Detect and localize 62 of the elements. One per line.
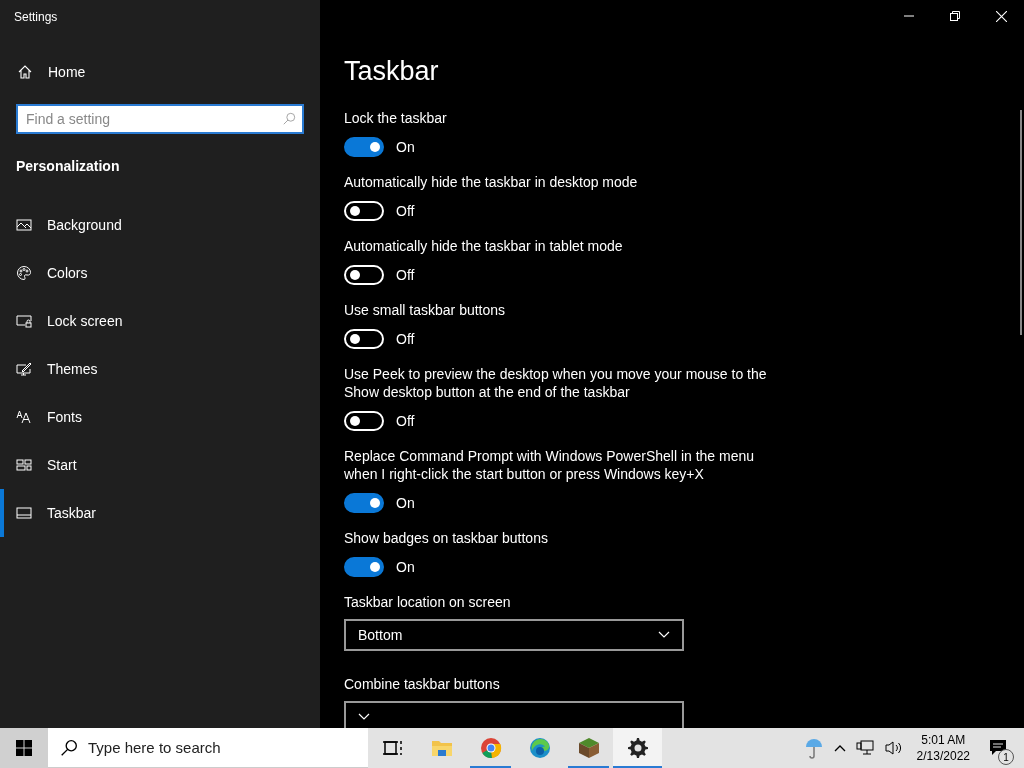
close-icon [995,10,1007,22]
image-icon [16,217,32,233]
windows-logo-icon [16,740,32,756]
gear-icon [625,736,650,760]
toggle-state: On [396,559,415,575]
toggle-state: Off [396,413,415,429]
lock-screen-icon [16,313,32,329]
setting-label: Use Peek to preview the desktop when you move your mouse to the Show desktop button at the end of the taskbar [344,365,768,401]
chevron-icon [658,631,670,639]
window-title: Settings [13,9,59,26]
toggle-state: Off [396,203,415,219]
clock[interactable]: 5:01 AM 2/13/2022 [908,728,978,768]
chevron-icon [358,713,370,721]
letters-icon [16,409,32,425]
taskbar-icon [16,505,32,521]
taskbar-search-field[interactable]: Type here to search [48,728,368,768]
sidebar-item[interactable]: Colors [0,249,320,297]
page-title: Taskbar [344,56,440,87]
network-icon[interactable] [855,740,874,756]
notification-count: 1 [998,749,1014,765]
setting-label: Combine taskbar buttons [344,675,501,693]
swirl-icon [527,736,552,760]
start-button[interactable] [0,728,48,768]
date-text: 2/13/2022 [916,748,970,764]
tiles-icon [16,457,32,473]
sidebar-item[interactable]: Fonts [0,393,320,441]
dropdown[interactable]: Bottom [344,619,684,651]
browser-icon [478,736,503,760]
section-heading: Personalization [15,157,121,176]
scrollbar[interactable] [1020,110,1022,335]
restore-icon [950,11,960,21]
toggle-state: On [396,495,415,511]
home-icon [17,64,33,80]
toggle-state: Off [396,267,415,283]
speaker-icon[interactable] [883,740,904,756]
setting-label: Automatically hide the taskbar in tablet mode [344,237,624,255]
home-link[interactable]: Home [0,50,320,94]
chevron-up-icon[interactable] [833,744,846,752]
toggle-switch[interactable] [344,557,384,577]
setting-label: Use small taskbar buttons [344,301,507,319]
setting-label: Show badges on taskbar buttons [344,529,549,547]
search-field[interactable]: Find a setting [16,104,304,134]
sidebar-item[interactable]: Background [0,201,320,249]
sidebar-item[interactable]: Lock screen [0,297,320,345]
notification-button[interactable]: 1 [978,728,1018,768]
palette-icon [16,265,32,281]
settings-app-button[interactable] [613,728,662,768]
sidebar-item[interactable]: Themes [0,345,320,393]
brush-icon [16,361,32,377]
toggle-switch[interactable] [344,137,384,157]
search-icon [282,112,296,126]
setting-label: Automatically hide the taskbar in desktop mode [344,173,639,191]
time-text: 5:01 AM [921,732,966,748]
search-icon [60,739,78,757]
cube-icon [576,736,601,760]
sidebar-item[interactable]: Start [0,441,320,489]
setting-label: Replace Command Prompt with Windows PowerShell in the menu when I right-click the start button or press Windows key+X [344,447,756,483]
setting-label: Taskbar location on screen [344,593,512,611]
setting-label: Lock the taskbar [344,109,448,127]
toggle-state: Off [396,331,415,347]
toggle-state: On [396,139,415,155]
toggle-switch[interactable] [344,493,384,513]
